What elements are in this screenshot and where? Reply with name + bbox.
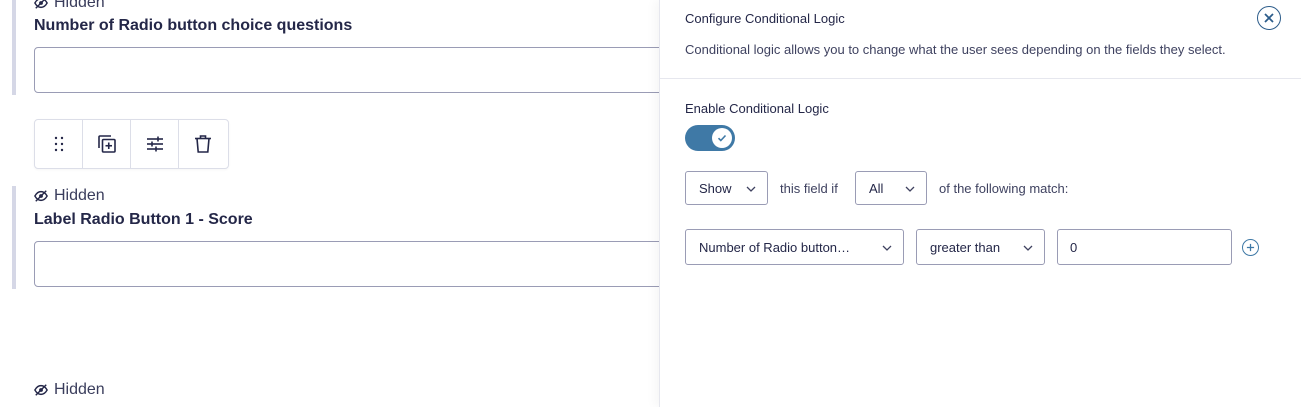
close-icon	[1264, 13, 1274, 23]
field-input[interactable]	[34, 47, 674, 93]
hidden-label: Hidden	[54, 187, 105, 204]
rule-operator-value: greater than	[930, 239, 1001, 255]
field-toolbar	[34, 119, 229, 169]
eye-slash-icon	[34, 190, 48, 202]
field-indicator-bar	[12, 186, 16, 289]
hidden-label: Hidden	[54, 381, 105, 398]
rule-field-select[interactable]: Number of Radio button…	[685, 229, 904, 265]
enable-logic-toggle[interactable]	[685, 125, 735, 151]
match-select[interactable]: All	[855, 171, 927, 205]
settings-sliders-icon	[146, 136, 163, 152]
drag-handle-icon	[54, 136, 63, 152]
field-indicator-bar	[12, 0, 16, 95]
checkmark-icon	[717, 134, 727, 142]
close-button[interactable]	[1257, 6, 1281, 30]
chevron-down-icon	[905, 186, 915, 192]
eye-slash-icon	[34, 0, 48, 9]
eye-slash-icon	[34, 384, 48, 396]
panel-title: Configure Conditional Logic	[685, 11, 845, 26]
trash-icon	[195, 135, 211, 153]
rule-value-input[interactable]: 0	[1057, 229, 1232, 265]
divider	[660, 78, 1301, 79]
plus-icon	[1246, 243, 1255, 252]
conditional-logic-panel: Configure Conditional Logic Conditional …	[659, 0, 1301, 407]
field-label: Label Radio Button 1 - Score	[34, 211, 253, 228]
duplicate-icon	[97, 135, 116, 153]
action-select-value: Show	[699, 180, 732, 196]
duplicate-button[interactable]	[83, 120, 131, 168]
chevron-down-icon	[882, 245, 892, 251]
chevron-down-icon	[1023, 245, 1033, 251]
field-label: Number of Radio button choice questions	[34, 17, 353, 34]
hidden-tag: Hidden	[34, 187, 105, 205]
panel-description: Conditional logic allows you to change w…	[685, 42, 1226, 57]
hidden-tag: Hidden	[34, 381, 105, 399]
hidden-label: Hidden	[54, 0, 105, 11]
rule-value-text: 0	[1070, 239, 1078, 255]
this-field-if-text: this field if	[780, 181, 838, 196]
drag-button[interactable]	[35, 120, 83, 168]
form-field-3[interactable]: Hidden	[12, 380, 672, 407]
match-select-value: All	[869, 180, 884, 196]
field-settings-button[interactable]	[131, 120, 179, 168]
hidden-tag: Hidden	[34, 0, 105, 12]
toggle-knob	[712, 128, 732, 148]
action-select[interactable]: Show	[685, 171, 768, 205]
add-rule-button[interactable]	[1242, 239, 1259, 256]
field-input[interactable]	[34, 241, 674, 287]
form-field-1[interactable]: Hidden Number of Radio button choice que…	[12, 0, 674, 95]
rule-field-value: Number of Radio button…	[699, 239, 851, 255]
following-match-text: of the following match:	[939, 181, 1069, 196]
rule-operator-select[interactable]: greater than	[916, 229, 1045, 265]
chevron-down-icon	[746, 186, 756, 192]
form-field-2[interactable]: Hidden Label Radio Button 1 - Score	[12, 186, 674, 289]
enable-logic-label: Enable Conditional Logic	[685, 101, 829, 116]
delete-button[interactable]	[179, 120, 227, 168]
